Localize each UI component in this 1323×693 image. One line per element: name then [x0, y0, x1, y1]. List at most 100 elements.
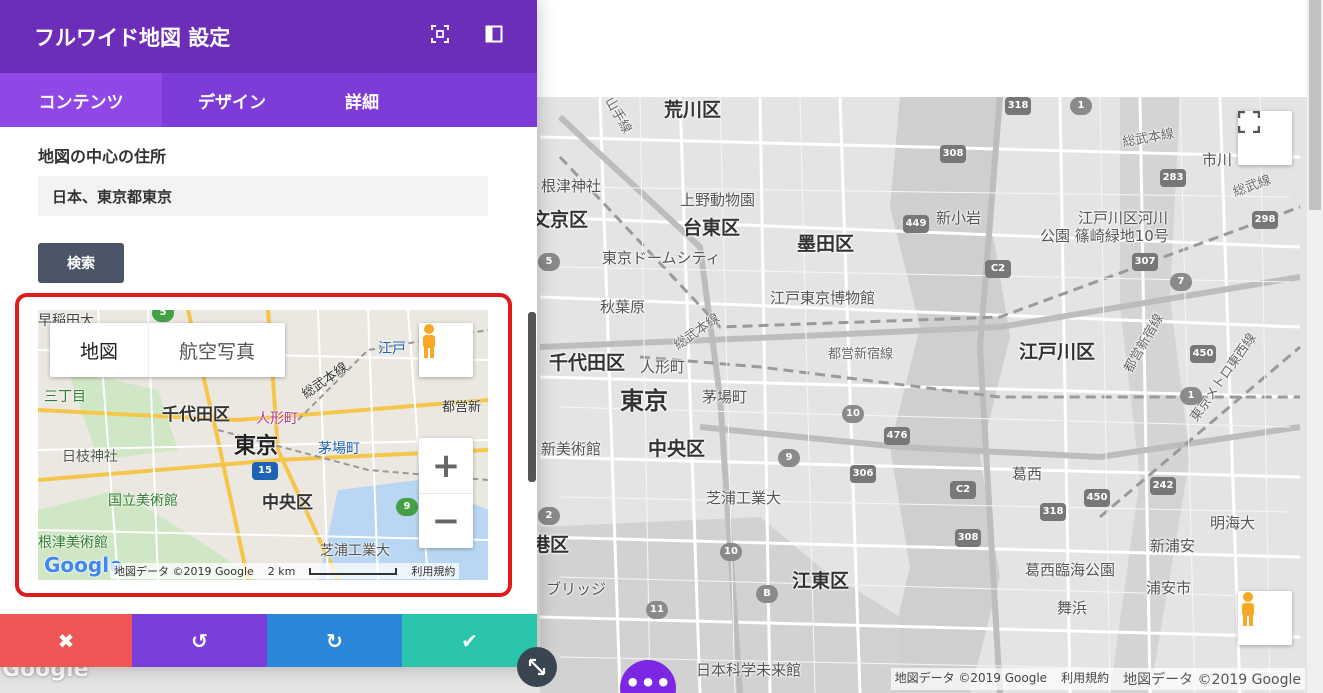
- map-label: 台東区: [683, 217, 741, 239]
- route-shield: C2: [950, 481, 976, 499]
- page-scrollbar[interactable]: [1307, 0, 1323, 693]
- map-label: 公園 篠崎緑地10号: [1040, 227, 1169, 245]
- map-label: 舞浜: [1057, 599, 1088, 617]
- route-shield: 242: [1150, 477, 1176, 495]
- scale-bar: [309, 567, 398, 575]
- map-label: 荒川区: [664, 99, 722, 121]
- undo-button[interactable]: ↺: [132, 614, 267, 667]
- map-label: 人形町: [640, 358, 686, 376]
- fullscreen-icon: [1238, 111, 1260, 133]
- route-shield: 318: [1005, 97, 1031, 115]
- map-label: 千代田区: [549, 352, 626, 374]
- map-label: 東京: [620, 387, 668, 415]
- dock-sidebar-icon[interactable]: [485, 25, 503, 43]
- map-type-switch: 地図 航空写真: [50, 323, 286, 377]
- map-label: 中央区: [648, 438, 706, 460]
- pegman-icon: [423, 324, 435, 358]
- map-label: 芝浦工業大: [706, 489, 782, 507]
- minimap-label: 人形町: [256, 411, 298, 427]
- minimap-label: 芝浦工業大: [320, 543, 390, 559]
- redo-button[interactable]: ↻: [267, 614, 402, 667]
- route-shield: 476: [884, 427, 910, 445]
- terms-link[interactable]: 利用規約: [1061, 669, 1109, 689]
- panel-resize-handle[interactable]: [528, 312, 536, 482]
- zoom-out-button[interactable]: −: [419, 493, 473, 548]
- minimap-label: 三丁目: [44, 389, 86, 405]
- panel-header: フルワイド地図 設定: [0, 0, 537, 73]
- save-button[interactable]: ✔: [402, 614, 537, 667]
- route-shield: B: [756, 585, 778, 603]
- minimap-label: 江戸: [378, 341, 406, 357]
- tab-design[interactable]: デザイン: [162, 73, 302, 127]
- resize-arrows-icon: [528, 658, 546, 676]
- zoom-in-button[interactable]: +: [419, 438, 473, 493]
- map-label: 新浦安: [1150, 537, 1196, 555]
- map-label: 明海大: [1210, 514, 1256, 532]
- route-shield: 450: [1190, 345, 1216, 363]
- minimap-label: 茅場町: [318, 441, 360, 457]
- map-label: 江東区: [792, 570, 850, 592]
- zoom-control: + −: [419, 438, 473, 548]
- map-label: 墨田区: [797, 233, 855, 255]
- settings-panel: フルワイド地図 設定 コンテンツ デザイン 詳細 地図の中心の住所 検索: [0, 0, 537, 667]
- minimap-pegman-button[interactable]: [419, 323, 473, 377]
- attribution-text-large: 地図データ ©2019 Google: [1123, 672, 1301, 688]
- map-type-satellite[interactable]: 航空写真: [148, 323, 285, 377]
- panel-title: フルワイド地図 設定: [34, 25, 231, 50]
- map-label: 葛西: [1012, 465, 1043, 483]
- route-shield: 449: [903, 215, 929, 233]
- route-shield: 298: [1252, 211, 1278, 229]
- terms-link[interactable]: 利用規約: [411, 563, 455, 579]
- route-shield: C2: [985, 260, 1011, 278]
- map-attribution: 地図データ ©2019 Google 利用規約 地図データ ©2019 Goog…: [890, 668, 1305, 690]
- map-label: 根津神社: [541, 177, 602, 195]
- search-button[interactable]: 検索: [38, 243, 124, 283]
- minimap-label: 日枝神社: [62, 449, 118, 465]
- map-label: 茅場町: [702, 388, 748, 406]
- map-label: 東京ドームシティ: [602, 249, 721, 267]
- route-shield: 308: [955, 529, 981, 547]
- route-shield: 1: [1070, 97, 1092, 115]
- route-shield: 306: [850, 465, 876, 483]
- address-input[interactable]: [38, 176, 488, 216]
- scale-label: 2 km: [267, 564, 296, 578]
- road-label: 都営新宿線: [828, 347, 894, 362]
- map-label: 江戸東京博物館: [770, 289, 876, 307]
- route-shield: 9: [778, 449, 800, 467]
- street-view-pegman-button[interactable]: [1238, 591, 1292, 645]
- fullscreen-toggle-icon[interactable]: [431, 25, 449, 43]
- route-shield: 1: [1180, 387, 1202, 405]
- settings-tabs: コンテンツ デザイン 詳細: [0, 73, 537, 127]
- minimap-label: 中央区: [262, 493, 313, 513]
- pegman-icon: [1242, 592, 1254, 626]
- attribution-text: 地図データ ©2019 Google: [114, 565, 254, 578]
- map-label: 文京区: [531, 209, 589, 231]
- panel-resize-button[interactable]: [517, 647, 557, 687]
- tab-advanced[interactable]: 詳細: [302, 73, 422, 127]
- route-shield: 9: [396, 498, 418, 516]
- address-field-label: 地図の中心の住所: [38, 147, 167, 166]
- minimap-attribution: 地図データ ©2019 Google 2 km 利用規約: [110, 563, 460, 579]
- route-shield: 7: [1170, 273, 1192, 291]
- route-shield: 450: [1084, 489, 1110, 507]
- attribution-text: 地図データ ©2019 Google: [894, 671, 1048, 685]
- route-shield: 10: [720, 543, 742, 561]
- minimap-label: 国立美術館: [108, 493, 178, 509]
- map-label: 市川: [1202, 151, 1233, 169]
- map-label: 日本科学未来館: [696, 661, 802, 679]
- scrollbar-thumb[interactable]: [1309, 0, 1321, 210]
- fullscreen-button[interactable]: [1238, 111, 1292, 165]
- map-label: 上野動物園: [680, 191, 756, 209]
- minimap-label: 根津美術館: [38, 535, 108, 551]
- map-label: 葛西臨海公園: [1025, 561, 1116, 579]
- cancel-button[interactable]: ✖: [0, 614, 132, 667]
- map-label: 新小岩: [936, 209, 982, 227]
- tab-content[interactable]: コンテンツ: [0, 73, 162, 127]
- route-shield: 2: [538, 507, 560, 525]
- page-top-strip: [537, 0, 1307, 97]
- minimap-preview[interactable]: 早稲田大 三丁目 千代田区 人形町 東京 茅場町 日枝神社 国立美術館 中央区 …: [38, 310, 488, 580]
- route-shield: 307: [1132, 253, 1158, 271]
- map-type-roadmap[interactable]: 地図: [50, 323, 148, 377]
- minimap-label: 都営新: [442, 400, 482, 415]
- map-label: 新美術館: [541, 440, 602, 458]
